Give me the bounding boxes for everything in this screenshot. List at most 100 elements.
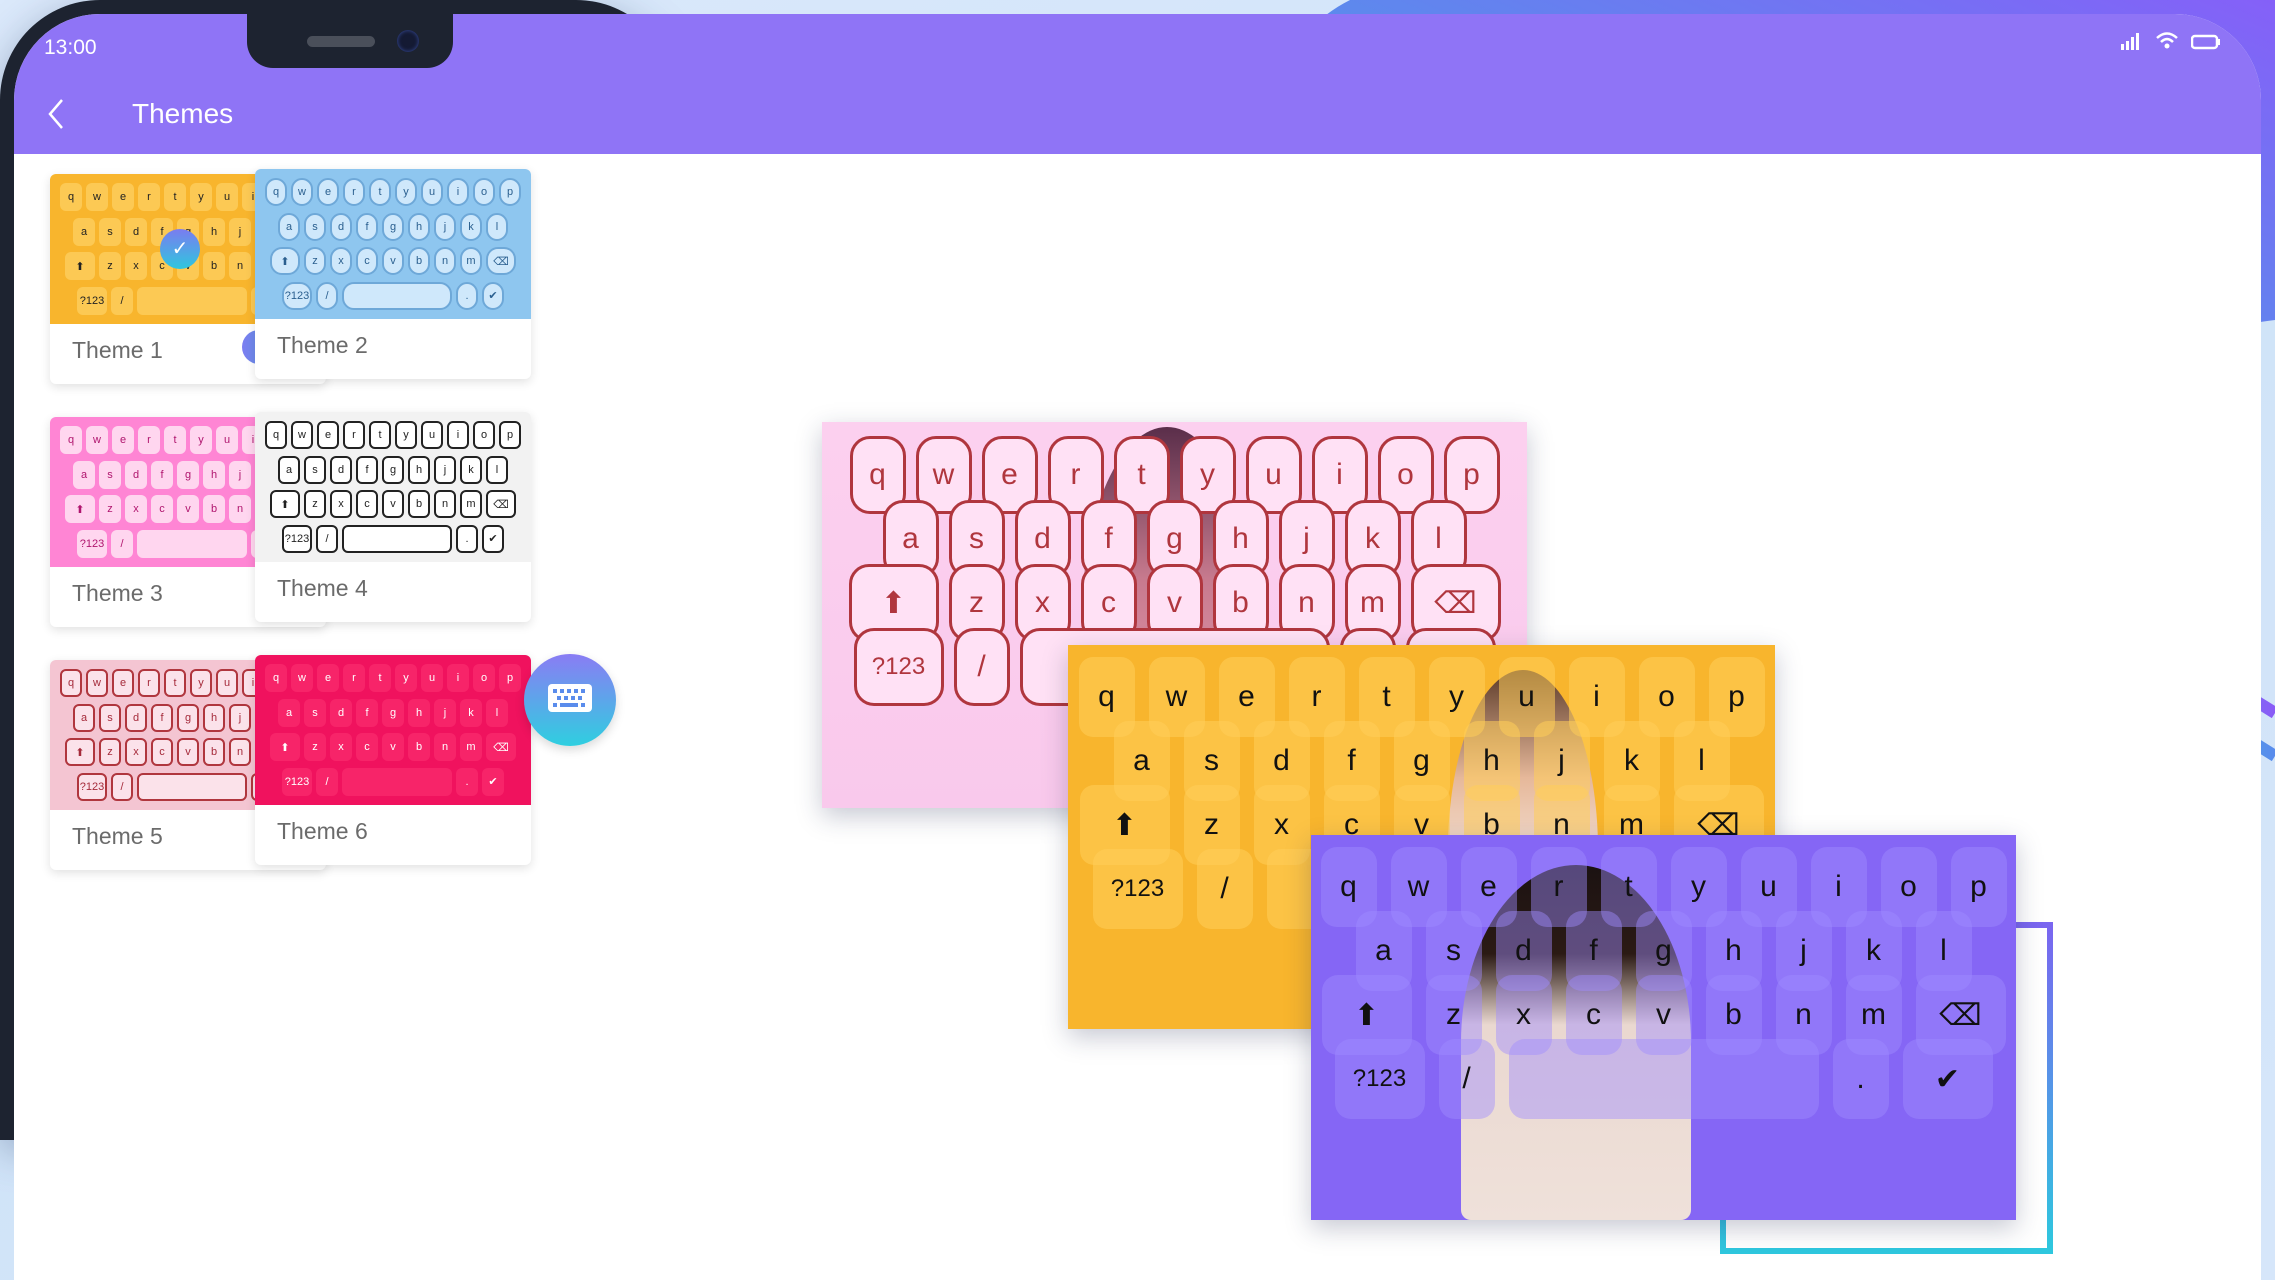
mini-key: y <box>190 426 212 455</box>
theme-preview: qwertyuiop asdfghjkl ⬆zxcvbnm⌫ ?123/.✔ <box>255 169 531 319</box>
mini-key: k <box>460 698 482 727</box>
mini-key: s <box>304 698 326 727</box>
mini-key: z <box>304 490 326 519</box>
mini-keyboard: qwertyuiop asdfghjkl ⬆zxcvbnm⌫ ?123/.✔ <box>255 412 531 562</box>
selected-check-icon: ✓ <box>160 229 200 269</box>
mini-key: x <box>330 490 352 519</box>
mini-key: t <box>164 183 186 212</box>
mini-key: e <box>112 669 134 698</box>
mini-key: / <box>316 767 338 796</box>
mini-key: b <box>408 247 430 276</box>
mini-key: d <box>125 217 147 246</box>
mini-key: c <box>356 490 378 519</box>
mini-key: h <box>408 212 430 241</box>
key-numbers[interactable]: ?123 <box>1334 1039 1425 1119</box>
mini-key: n <box>434 490 456 519</box>
mini-key: a <box>73 703 95 732</box>
mini-key: p <box>499 664 521 693</box>
mini-key <box>137 772 247 801</box>
mini-key: j <box>434 212 456 241</box>
keyboard-fab-button[interactable] <box>524 654 616 746</box>
mini-key: ⬆ <box>65 738 95 767</box>
mini-key: h <box>408 455 430 484</box>
mini-key: x <box>125 252 147 281</box>
mini-key: q <box>265 664 287 693</box>
mini-key: h <box>203 217 225 246</box>
mini-key: d <box>330 698 352 727</box>
mini-key: b <box>408 733 430 762</box>
phone-notch <box>247 14 453 68</box>
mini-key: w <box>291 178 313 207</box>
mini-key: . <box>456 281 478 310</box>
mini-key: e <box>112 183 134 212</box>
mini-key: j <box>229 703 251 732</box>
mini-key: f <box>151 460 173 489</box>
mini-key: m <box>460 733 482 762</box>
keyboard-icon <box>548 684 592 712</box>
mini-key: m <box>460 247 482 276</box>
theme-label: Theme 4 <box>277 575 368 601</box>
mini-key: i <box>447 178 469 207</box>
theme-label: Theme 5 <box>72 823 163 849</box>
key-numbers[interactable]: ?123 <box>1092 849 1183 929</box>
mini-key: o <box>473 421 495 450</box>
mini-key: ⬆ <box>270 733 300 762</box>
mini-keyboard: qwertyuiop asdfghjkl ⬆zxcvbnm⌫ ?123/.✔ <box>255 169 531 319</box>
mini-key: d <box>330 455 352 484</box>
mini-key: b <box>203 738 225 767</box>
mini-key: b <box>203 495 225 524</box>
mini-key: ⌫ <box>486 490 516 519</box>
mini-key: q <box>265 178 287 207</box>
key-enter[interactable]: ✔ <box>1902 1039 1993 1119</box>
mini-key: t <box>164 426 186 455</box>
mini-key <box>137 529 247 558</box>
mini-key: d <box>330 212 352 241</box>
mini-key: ✔ <box>482 524 504 553</box>
mini-key: h <box>408 698 430 727</box>
mini-key: e <box>317 664 339 693</box>
mini-key: w <box>86 426 108 455</box>
mini-key: q <box>265 421 287 450</box>
mini-key: t <box>369 664 391 693</box>
mini-key: ?123 <box>282 524 312 553</box>
mini-key: n <box>229 738 251 767</box>
theme-card[interactable]: qwertyuiop asdfghjkl ⬆zxcvbnm⌫ ?123/.✔ Theme… <box>255 655 531 865</box>
mini-key: z <box>304 733 326 762</box>
mini-key: w <box>291 421 313 450</box>
mini-key: c <box>356 733 378 762</box>
mini-key: y <box>190 183 212 212</box>
key-slash[interactable]: / <box>1438 1039 1495 1119</box>
mini-key: n <box>229 495 251 524</box>
mini-key: d <box>125 703 147 732</box>
mini-key: h <box>203 460 225 489</box>
mini-key: k <box>460 455 482 484</box>
mini-key: t <box>369 421 391 450</box>
theme-card[interactable]: qwertyuiop asdfghjkl ⬆zxcvbnm⌫ ?123/.✔ Theme… <box>255 169 531 379</box>
mini-key: i <box>447 421 469 450</box>
mini-key: l <box>486 698 508 727</box>
mini-key: s <box>99 703 121 732</box>
mini-key: ⬆ <box>270 247 300 276</box>
mini-key: v <box>177 495 199 524</box>
mini-key: g <box>382 698 404 727</box>
mini-key: f <box>356 212 378 241</box>
mini-key: q <box>60 426 82 455</box>
mini-key: y <box>190 669 212 698</box>
key-period[interactable]: . <box>1832 1039 1889 1119</box>
keyboard-preview-purple: q w e r t y u i o p a s d f g h j k l ⬆ z x c v b n m ⌫ ?123/. ✔ <box>1311 835 2016 1220</box>
page-title: Themes <box>132 98 234 129</box>
theme-card[interactable]: qwertyuiop asdfghjkl ⬆zxcvbnm⌫ ?123/.✔ Theme… <box>255 412 531 622</box>
mini-key: c <box>151 495 173 524</box>
theme-preview: qwertyuiop asdfghjkl ⬆zxcvbnm⌫ ?123/.✔ <box>255 655 531 805</box>
mini-key: r <box>138 426 160 455</box>
key-numbers[interactable]: ?123 <box>853 628 944 706</box>
mini-key: r <box>343 178 365 207</box>
key-space[interactable] <box>1508 1039 1819 1119</box>
key-slash[interactable]: / <box>1196 849 1253 929</box>
mini-key: p <box>499 421 521 450</box>
chevron-left-icon[interactable] <box>42 94 72 134</box>
key-slash[interactable]: / <box>953 628 1010 706</box>
mini-key: c <box>151 738 173 767</box>
mini-key: r <box>138 183 160 212</box>
mini-key: y <box>395 178 417 207</box>
